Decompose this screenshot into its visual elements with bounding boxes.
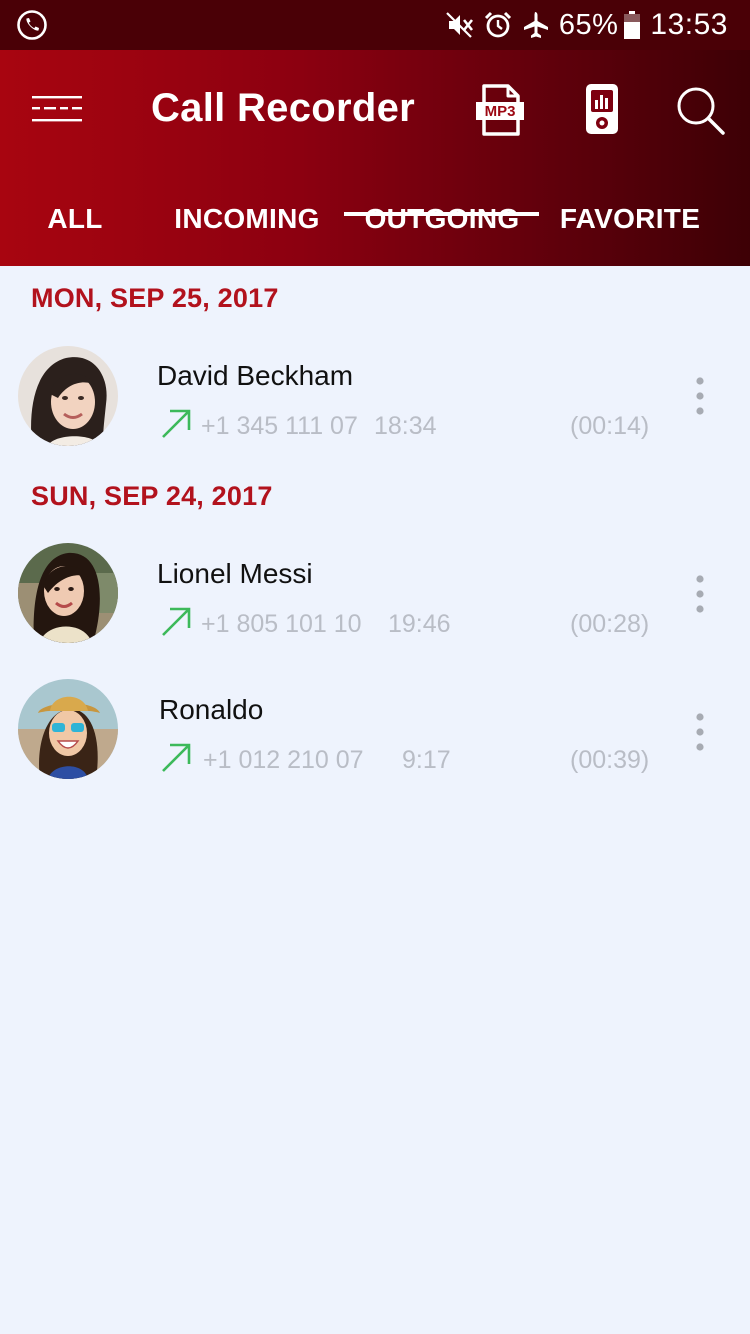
app-bar: Call Recorder MP3 ALL INCOMING OUTGOING … bbox=[0, 50, 750, 266]
tab-bar: ALL INCOMING OUTGOING FAVORITE bbox=[0, 194, 750, 266]
outgoing-arrow-icon bbox=[162, 409, 191, 438]
outgoing-arrow-icon bbox=[162, 743, 191, 772]
svg-text:MP3: MP3 bbox=[485, 103, 516, 120]
avatar bbox=[18, 679, 118, 779]
tab-outgoing[interactable]: OUTGOING bbox=[344, 194, 540, 266]
app-title: Call Recorder bbox=[151, 86, 415, 130]
battery-percent: 65% bbox=[558, 8, 619, 41]
alarm-icon bbox=[484, 11, 511, 38]
call-time: 18:34 bbox=[374, 412, 437, 440]
call-duration: (00:14) bbox=[570, 412, 650, 440]
call-duration: (00:28) bbox=[570, 610, 650, 638]
battery-icon bbox=[624, 11, 641, 39]
date-header: SUN, SEP 24, 2017 bbox=[31, 481, 273, 511]
date-header: MON, SEP 25, 2017 bbox=[31, 283, 279, 313]
tab-favorite[interactable]: FAVORITE bbox=[548, 194, 712, 266]
hamburger-menu-icon[interactable] bbox=[30, 90, 86, 130]
outgoing-arrow-icon bbox=[162, 607, 191, 636]
phone-call-icon bbox=[17, 10, 47, 40]
status-bar: 65% 13:53 bbox=[0, 0, 750, 50]
call-duration: (00:39) bbox=[570, 746, 650, 774]
avatar bbox=[18, 346, 118, 446]
contact-name: David Beckham bbox=[157, 360, 354, 391]
tab-all[interactable]: ALL bbox=[20, 194, 130, 266]
airplane-icon bbox=[523, 12, 548, 38]
more-options-icon[interactable] bbox=[690, 376, 710, 416]
audio-player-icon[interactable] bbox=[578, 82, 630, 138]
contact-name: Ronaldo bbox=[159, 694, 264, 725]
mute-icon bbox=[446, 12, 473, 38]
call-time: 9:17 bbox=[402, 746, 451, 774]
call-row-lionel-messi[interactable]: Lionel Messi +1 805 101 10 19:46 (00:28) bbox=[0, 534, 750, 654]
more-options-icon[interactable] bbox=[690, 712, 710, 752]
call-row-david-beckham[interactable]: David Beckham +1 345 111 07 18:34 (00:14… bbox=[0, 336, 750, 456]
avatar bbox=[18, 543, 118, 643]
call-recorder-screen: 65% 13:53 Call Recorder MP3 ALL INCOMING… bbox=[0, 0, 750, 1334]
call-row-ronaldo[interactable]: Ronaldo +1 012 210 07 9:17 (00:39) bbox=[0, 670, 750, 790]
contact-name: Lionel Messi bbox=[157, 558, 313, 589]
tab-incoming[interactable]: INCOMING bbox=[160, 194, 334, 266]
phone-number: +1 345 111 07 bbox=[201, 412, 358, 440]
search-icon[interactable] bbox=[674, 84, 726, 140]
more-options-icon[interactable] bbox=[690, 574, 710, 614]
phone-number: +1 805 101 10 bbox=[201, 610, 362, 638]
phone-number: +1 012 210 07 bbox=[203, 746, 364, 774]
tab-selected-indicator bbox=[344, 212, 539, 216]
status-clock: 13:53 bbox=[650, 8, 728, 41]
mp3-file-icon[interactable]: MP3 bbox=[474, 82, 526, 138]
call-time: 19:46 bbox=[388, 610, 451, 638]
